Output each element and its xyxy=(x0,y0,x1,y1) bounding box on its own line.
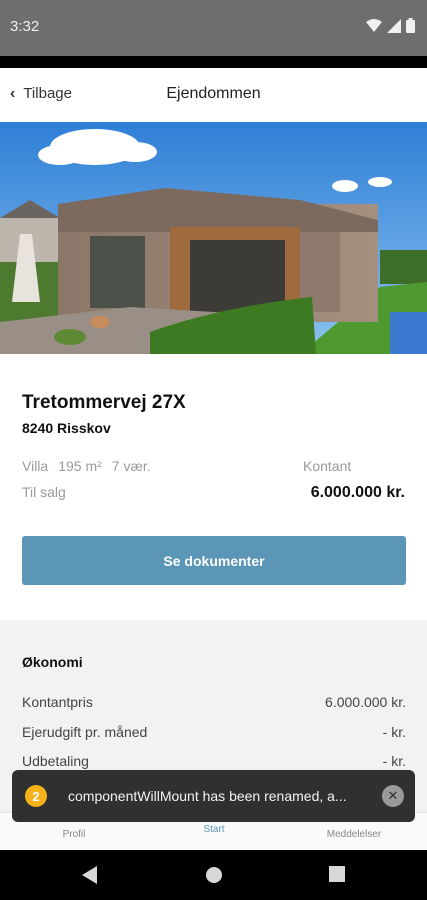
toast-message: componentWillMount has been renamed, a..… xyxy=(68,788,347,804)
page-title: Ejendommen xyxy=(166,85,261,102)
economy-row-value: - kr. xyxy=(382,724,406,740)
property-postcode-city: 8240 Risskov xyxy=(22,420,111,436)
economy-row-label: Kontantpris xyxy=(22,694,93,710)
cell-signal-icon xyxy=(387,18,401,38)
economy-row-label: Ejerudgift pr. måned xyxy=(22,724,148,740)
property-address: Tretommervej 27X xyxy=(22,392,186,413)
property-specs: Villa 195 m² 7 vær. xyxy=(22,458,151,474)
close-icon[interactable]: ✕ xyxy=(382,785,404,807)
economy-row: Kontantpris 6.000.000 kr. xyxy=(22,694,406,710)
property-rooms: 7 vær. xyxy=(111,458,151,474)
nav-item-messages[interactable]: Meddelelser xyxy=(314,829,394,840)
property-area: 195 m² xyxy=(58,458,102,474)
nav-item-start[interactable]: Start xyxy=(174,824,254,835)
battery-icon xyxy=(406,18,415,38)
home-circle-icon[interactable] xyxy=(205,866,223,889)
property-type: Villa xyxy=(22,458,49,474)
warning-count-badge: 2 xyxy=(25,785,47,807)
nav-item-profile[interactable]: Profil xyxy=(34,829,114,840)
app-header: ‹ Tilbage Ejendommen xyxy=(0,68,427,122)
back-triangle-icon[interactable] xyxy=(82,866,98,889)
economy-row: Ejerudgift pr. måned - kr. xyxy=(22,724,406,740)
status-time: 3:32 xyxy=(10,18,40,35)
economy-row-value: - kr. xyxy=(382,753,406,769)
economy-row: Udbetaling - kr. xyxy=(22,753,406,769)
economy-row-value: 6.000.000 kr. xyxy=(325,694,406,710)
warning-toast[interactable]: 2 componentWillMount has been renamed, a… xyxy=(12,770,415,822)
property-details: Tretommervej 27X 8240 Risskov Villa 195 … xyxy=(0,354,427,620)
system-navigation-bar xyxy=(0,850,427,900)
status-icons xyxy=(366,18,415,38)
wifi-icon xyxy=(366,18,382,38)
see-documents-button[interactable]: Se dokumenter xyxy=(22,536,406,585)
price-value: 6.000.000 kr. xyxy=(310,484,405,501)
price-label: Kontant xyxy=(303,458,352,474)
status-bar: 3:32 xyxy=(0,0,427,56)
recents-square-icon[interactable] xyxy=(329,866,345,887)
property-photo xyxy=(0,122,427,354)
economy-title: Økonomi xyxy=(22,654,83,670)
economy-row-label: Udbetaling xyxy=(22,753,89,769)
property-status: Til salg xyxy=(22,484,66,500)
